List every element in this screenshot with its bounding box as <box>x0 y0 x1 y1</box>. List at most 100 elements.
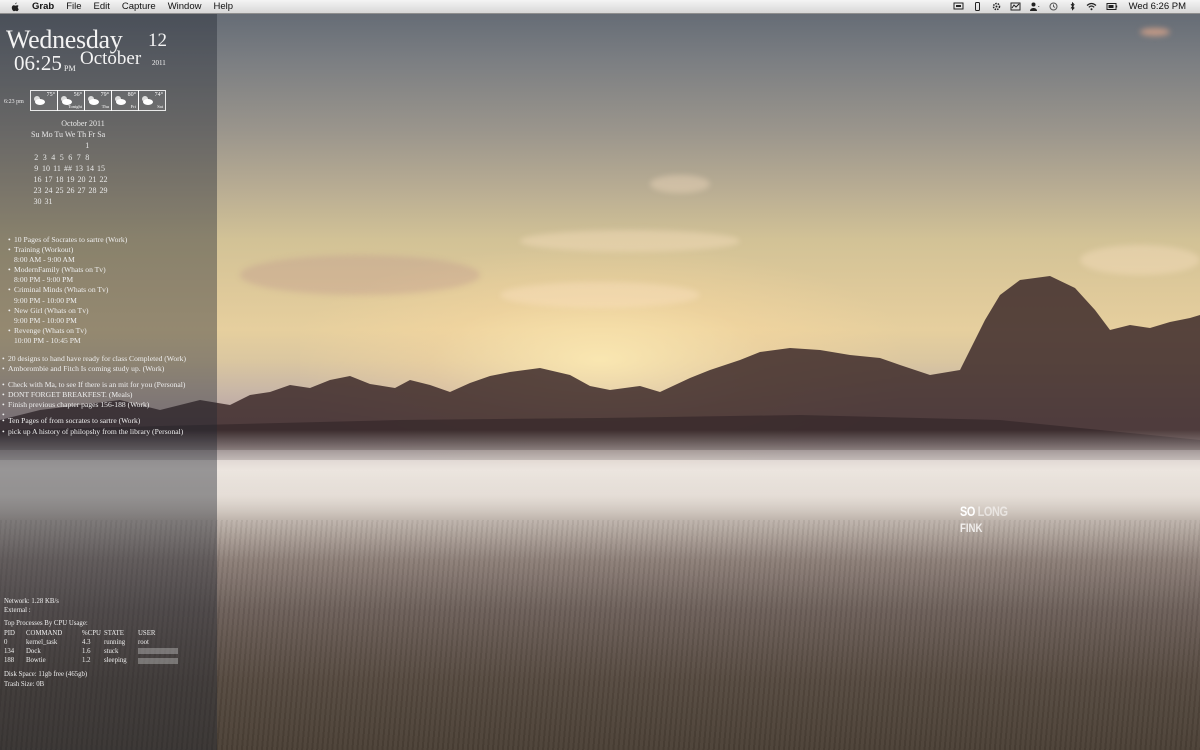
partly-cloudy-icon <box>88 96 99 105</box>
menu-file[interactable]: File <box>60 0 87 13</box>
process-state: running <box>104 638 126 646</box>
trash-size-stat: Trash Size: 0B <box>4 680 45 688</box>
wifi-icon[interactable] <box>1086 2 1097 11</box>
calendar-day: 20 <box>77 175 86 185</box>
process-user: root <box>138 638 149 646</box>
event-time: 8:00 PM - 9:00 PM <box>14 275 74 285</box>
weather-label: Fri <box>130 104 136 109</box>
phone-icon[interactable] <box>972 2 983 11</box>
calendar-day: 1 <box>85 141 90 151</box>
weather-day: 79° Thu <box>84 90 112 111</box>
menu-edit[interactable]: Edit <box>88 0 116 13</box>
weather-day: 75° <box>30 90 58 111</box>
year-label: 2011 <box>152 59 166 67</box>
calendar-day: 18 <box>55 175 64 185</box>
todo-item: Amborombie and Fitch Is coming study up.… <box>0 364 217 374</box>
calendar-day: 24 <box>44 186 53 196</box>
calendar-day: 14 <box>86 163 94 173</box>
menu-capture[interactable]: Capture <box>116 0 162 13</box>
redacted-user <box>138 656 178 665</box>
event-title: Criminal Minds (Whats on Tv) <box>0 285 210 295</box>
calendar-week: 16 17 18 19 20 21 22 <box>26 174 146 185</box>
event-title: Revenge (Whats on Tv) <box>0 326 210 336</box>
calendar-week: 9 10 11 ## 13 14 15 <box>26 163 146 174</box>
partly-cloudy-icon <box>115 96 126 105</box>
calendar-day: 22 <box>99 175 108 185</box>
calendar-day: 31 <box>44 197 53 207</box>
calendar-day: 30 <box>33 197 42 207</box>
gear-icon[interactable] <box>991 2 1002 11</box>
menu-bar: Grab File Edit Capture Window Help Wed 6… <box>0 0 1200 14</box>
process-pid: 134 <box>4 648 15 656</box>
calendar-day <box>75 140 84 151</box>
process-table-header: PID COMMAND %CPU STATE USER <box>4 629 214 638</box>
col-pid: PID <box>4 629 15 637</box>
bluetooth-icon[interactable] <box>1067 2 1078 11</box>
menu-app-grab[interactable]: Grab <box>26 0 60 13</box>
fink-text: FINK <box>960 521 983 535</box>
disk-space-stat: Disk Space: 11gb free (465gb) <box>4 671 88 679</box>
calendar-day: 5 <box>59 152 64 162</box>
top-processes-title: Top Processes By CPU Usage: <box>4 620 88 628</box>
battery-icon[interactable] <box>1105 2 1119 11</box>
calendar-day: 10 <box>42 163 50 173</box>
partly-cloudy-icon <box>34 96 45 105</box>
calendar-day: 21 <box>88 175 97 185</box>
calendar-day <box>80 196 89 207</box>
weather-time: 6:23 pm <box>4 99 24 105</box>
weather-temp: 79° <box>100 92 109 98</box>
process-row: 134 Dock 1.6 stuck <box>4 647 214 656</box>
calendar-day: 23 <box>33 186 42 196</box>
calendar-week: 2345678 <box>26 152 146 163</box>
apple-menu-icon[interactable] <box>10 2 20 12</box>
calendar-day: 15 <box>97 163 105 173</box>
col-state: STATE <box>104 629 124 637</box>
todo-item: pick up A history of philopshy from the … <box>0 427 217 437</box>
process-state: stuck <box>104 648 119 656</box>
calendar-day: 16 <box>33 175 42 185</box>
calendar-day <box>63 196 72 207</box>
menu-help[interactable]: Help <box>207 0 239 13</box>
process-cpu: 1.2 <box>82 657 91 665</box>
process-command: Bowtie <box>26 657 46 665</box>
menu-window[interactable]: Window <box>162 0 208 13</box>
process-command: kernel_task <box>26 638 58 646</box>
event-time: 8:00 AM - 9:00 AM <box>14 255 75 265</box>
calendar-day: 6 <box>68 152 73 162</box>
col-user: USER <box>138 629 156 637</box>
todo-item: Finish previous chapter pages 156-188 (W… <box>0 400 217 410</box>
weather-day: 80° Fri <box>111 90 139 111</box>
partly-cloudy-icon <box>142 96 153 105</box>
calendar-day: 26 <box>66 186 75 196</box>
process-cpu: 1.6 <box>82 648 91 656</box>
calendar-day <box>54 196 63 207</box>
menubar-clock[interactable]: Wed 6:26 PM <box>1129 1 1186 12</box>
col-cpu: %CPU <box>82 629 101 637</box>
calendar-day: 19 <box>66 175 75 185</box>
month-label: October <box>80 48 142 69</box>
ampm-label: PM <box>64 64 76 73</box>
process-pid: 0 <box>4 638 8 646</box>
screen-share-icon[interactable] <box>953 2 964 11</box>
calendar-day: ## <box>64 163 72 173</box>
calendar-day: 28 <box>88 186 97 196</box>
calendar-day: 25 <box>55 186 64 196</box>
process-pid: 188 <box>4 657 15 665</box>
calendar-week: 23 24 25 26 27 28 29 <box>26 185 146 196</box>
weather-temp: 75° <box>46 92 55 98</box>
redacted-user <box>138 647 178 656</box>
process-row: 188 Bowtie 1.2 sleeping <box>4 656 214 665</box>
activity-icon[interactable] <box>1010 2 1021 11</box>
time-machine-icon[interactable] <box>1048 2 1059 11</box>
weather-label: Sat <box>157 104 163 109</box>
user-icon[interactable] <box>1029 2 1040 11</box>
todo-item: Check with Ma, to see If there is an mit… <box>0 380 217 390</box>
event-title: New Girl (Whats on Tv) <box>0 306 210 316</box>
weather-day: 56° Tonight <box>57 90 85 111</box>
desktop-widget-panel: Wednesday 12 06:25 PM October 2011 6:23 … <box>0 14 217 750</box>
event-time: 9:00 PM - 10:00 PM <box>14 295 77 305</box>
calendar-day <box>66 140 75 151</box>
calendar-day <box>49 140 58 151</box>
event-time: 9:00 PM - 10:00 PM <box>14 315 77 325</box>
event-title: Training (Workout) <box>0 245 210 255</box>
